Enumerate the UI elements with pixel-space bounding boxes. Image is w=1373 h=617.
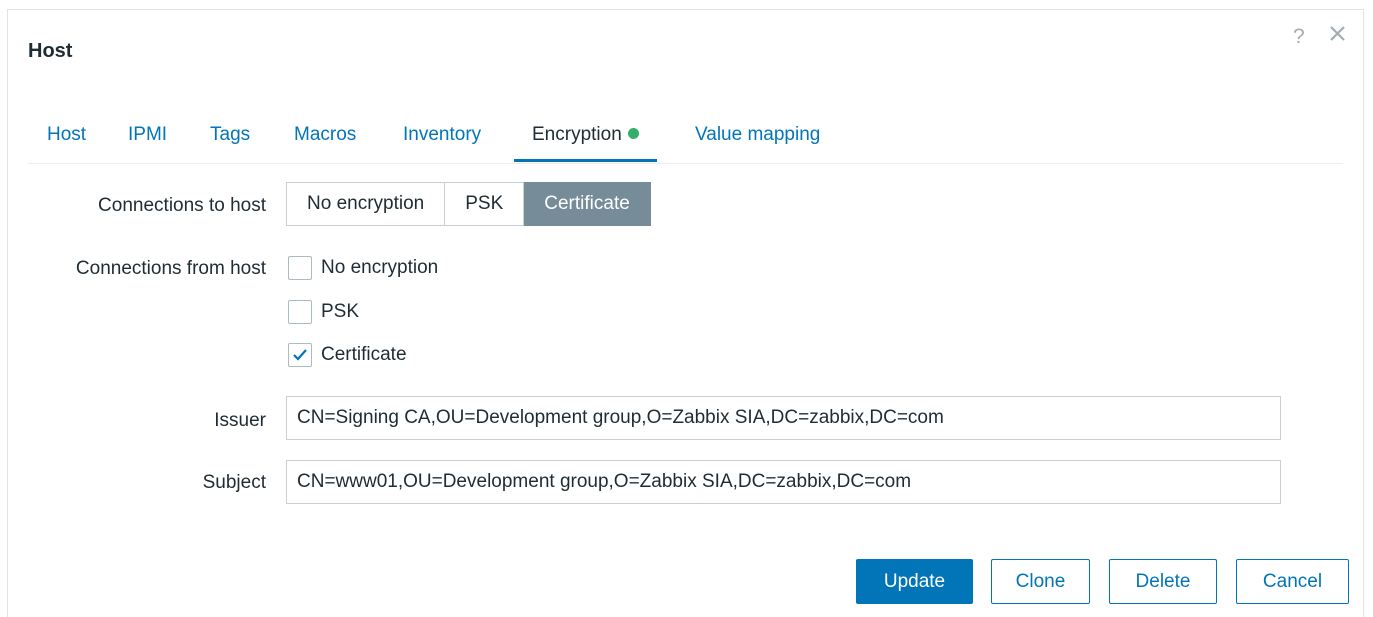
connections-to-host-segmented-control: No encryption PSK Certificate (286, 182, 651, 226)
checkbox-certificate[interactable] (288, 343, 312, 367)
update-button[interactable]: Update (856, 559, 973, 604)
subject-input[interactable] (286, 460, 1281, 504)
tab-ipmi[interactable]: IPMI (128, 114, 167, 162)
issuer-input[interactable] (286, 396, 1281, 440)
help-icon[interactable]: ? (1293, 25, 1305, 49)
tab-tags[interactable]: Tags (210, 114, 250, 162)
checkbox-row-certificate[interactable]: Certificate (288, 342, 407, 368)
tab-encryption[interactable]: Encryption (514, 114, 657, 162)
connections-from-host-label: Connections from host (75, 258, 266, 279)
tab-macros[interactable]: Macros (294, 114, 356, 162)
close-icon[interactable] (1329, 25, 1346, 42)
checkbox-no-encryption[interactable] (288, 256, 312, 280)
connections-to-host-label: Connections to host (98, 195, 266, 216)
status-dot-icon (627, 128, 639, 139)
checkbox-label: Certificate (321, 344, 407, 365)
checkbox-row-no-encryption[interactable]: No encryption (288, 255, 438, 281)
issuer-label: Issuer (214, 410, 266, 431)
checkbox-label: No encryption (321, 257, 439, 278)
tab-bar: Host IPMI Tags Macros Inventory Encrypti… (28, 114, 1343, 164)
tab-host[interactable]: Host (47, 114, 86, 162)
cancel-button[interactable]: Cancel (1236, 559, 1349, 604)
checkbox-psk[interactable] (288, 300, 312, 324)
subject-label: Subject (202, 472, 266, 493)
checkmark-icon (293, 349, 307, 361)
segment-certificate[interactable]: Certificate (524, 182, 651, 226)
tab-value-mapping[interactable]: Value mapping (695, 114, 820, 162)
checkbox-row-psk[interactable]: PSK (288, 299, 359, 325)
tab-inventory[interactable]: Inventory (403, 114, 481, 162)
segment-no-encryption[interactable]: No encryption (286, 182, 446, 226)
segment-psk[interactable]: PSK (445, 182, 525, 226)
dialog-title: Host (28, 40, 73, 62)
host-dialog: Host ? Host IPMI Tags Macros Inventory E… (7, 9, 1364, 617)
clone-button[interactable]: Clone (991, 559, 1090, 604)
checkbox-label: PSK (321, 301, 360, 322)
delete-button[interactable]: Delete (1109, 559, 1217, 604)
tab-encryption-label: Encryption (532, 124, 622, 145)
